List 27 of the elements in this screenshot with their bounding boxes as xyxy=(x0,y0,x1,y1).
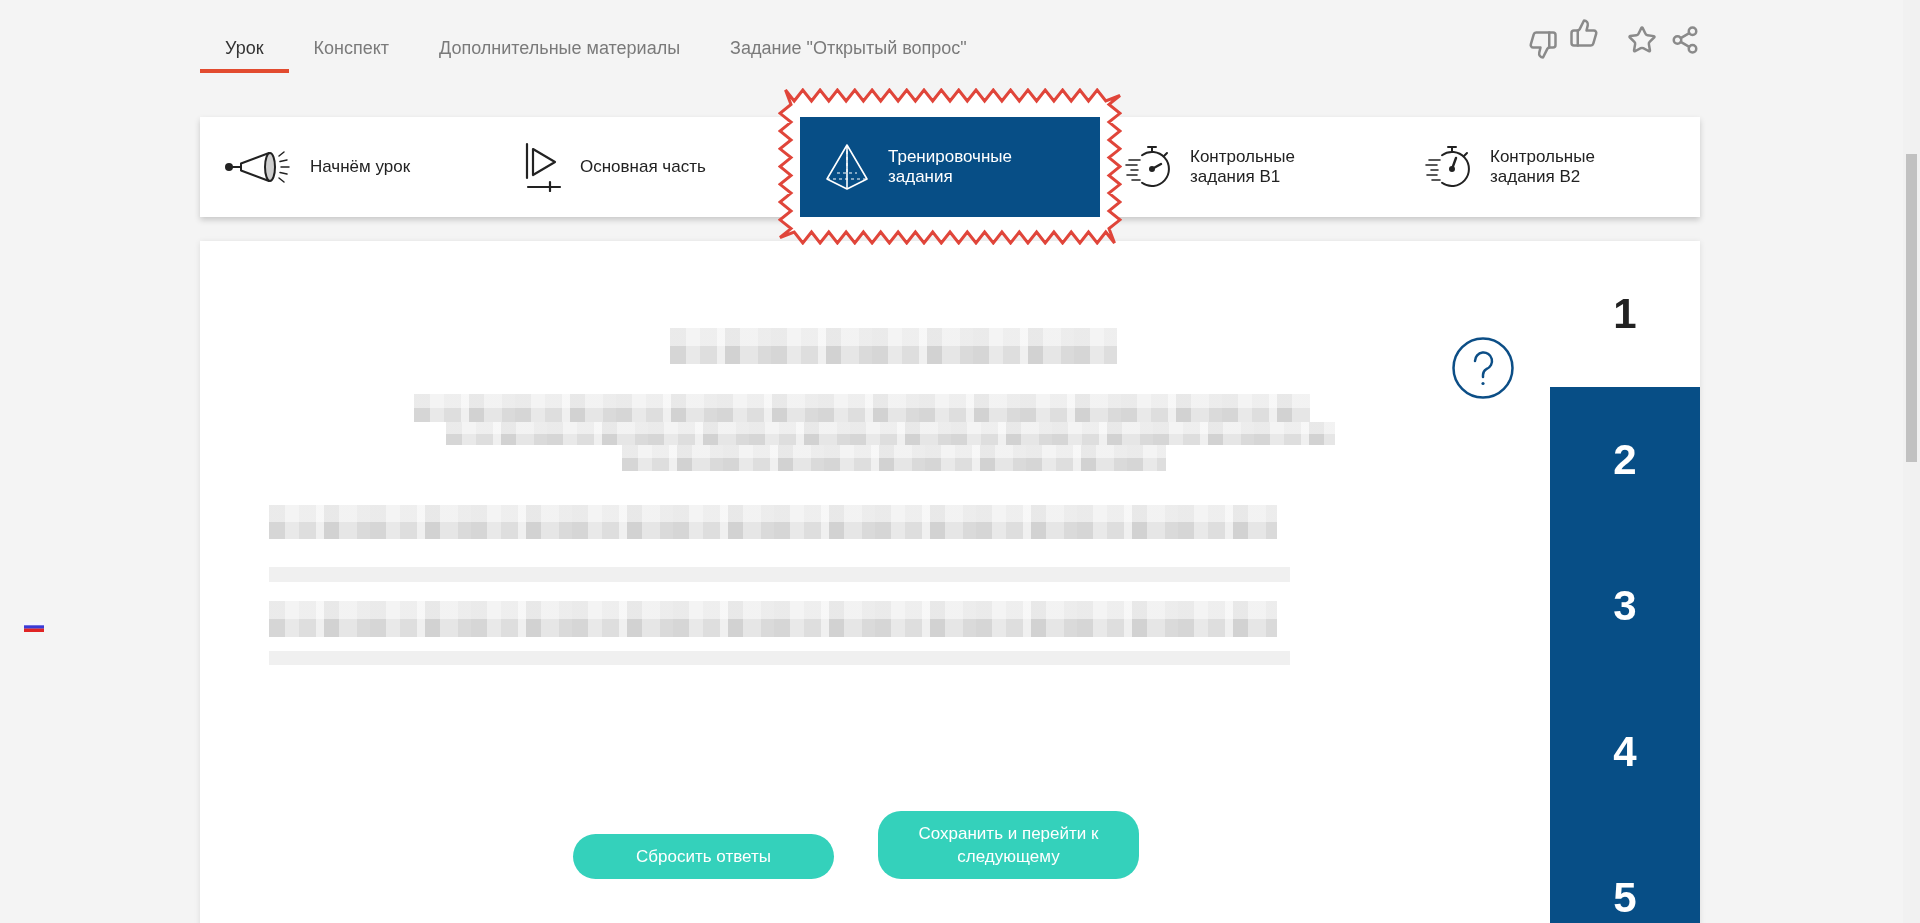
thumbs-down-icon xyxy=(1528,30,1558,60)
like-button[interactable] xyxy=(1569,18,1599,48)
thumbs-up-icon xyxy=(1569,18,1599,48)
share-icon xyxy=(1670,25,1700,55)
lesson-step-tab[interactable]: Основная часть xyxy=(500,117,800,217)
help-icon[interactable] xyxy=(1452,337,1514,399)
task-number-tab[interactable]: 1 xyxy=(1550,241,1700,387)
task-number-tab[interactable]: 3 xyxy=(1550,533,1700,679)
dislike-button[interactable] xyxy=(1528,30,1558,60)
share-button[interactable] xyxy=(1670,25,1700,55)
lesson-step-tab[interactable]: Контрольные задания В1 xyxy=(1100,117,1400,217)
star-icon xyxy=(1627,25,1657,55)
lesson-tab[interactable]: Задание "Открытый вопрос" xyxy=(705,27,992,73)
lesson-step-tab[interactable]: Тренировочные задания xyxy=(800,117,1100,217)
pyramid-icon xyxy=(824,143,870,191)
lesson-tab[interactable]: Конспект xyxy=(288,27,415,73)
lesson-tab[interactable]: Дополнительные материалы xyxy=(414,27,706,73)
flag-icon[interactable] xyxy=(24,622,44,632)
play-board-icon xyxy=(524,142,562,192)
favorite-button[interactable] xyxy=(1627,25,1657,55)
task-number-tab[interactable]: 2 xyxy=(1550,387,1700,533)
lesson-tab[interactable]: Урок xyxy=(200,27,289,73)
scrollbar-thumb[interactable] xyxy=(1906,154,1917,462)
lesson-step-tab[interactable]: Начнём урок xyxy=(200,117,500,217)
lesson-step-tab[interactable]: Контрольные задания В2 xyxy=(1400,117,1700,217)
task-number-tab[interactable]: 4 xyxy=(1550,679,1700,825)
task-number-tab[interactable]: 5 xyxy=(1550,825,1700,923)
